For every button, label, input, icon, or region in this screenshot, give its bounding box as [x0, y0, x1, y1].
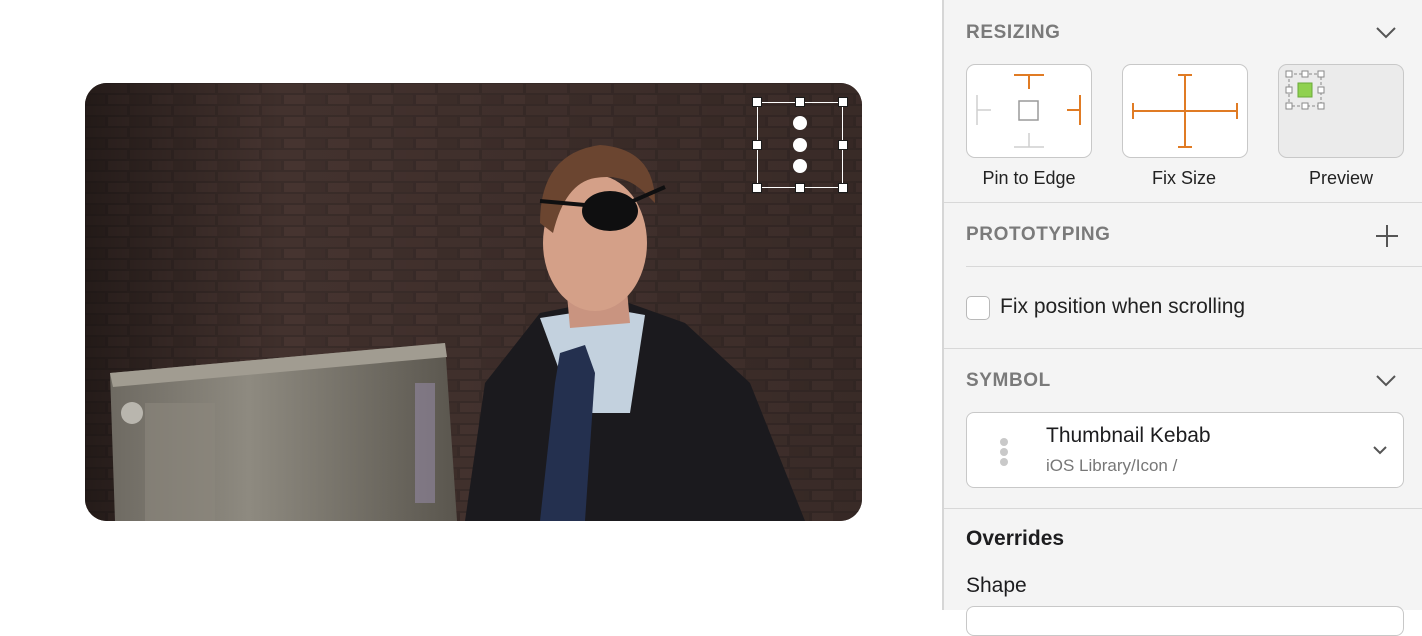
fix-size-button[interactable] [1122, 64, 1248, 158]
resize-handle-top[interactable] [795, 97, 805, 107]
inspector-panel: RESIZING Pin to Edge Fix Size Preview PR… [942, 0, 1422, 636]
divider [944, 202, 1422, 203]
divider [966, 266, 1422, 267]
preview-button[interactable] [1278, 64, 1404, 158]
symbol-name: Thumbnail Kebab [1046, 424, 1211, 447]
pin-to-edge-button[interactable] [966, 64, 1092, 158]
kebab-icon [1000, 438, 1008, 466]
resize-handle-left[interactable] [752, 140, 762, 150]
resize-handle-bottom[interactable] [795, 183, 805, 193]
kebab-icon-selection[interactable] [752, 97, 848, 193]
pin-to-edge-label: Pin to Edge [982, 168, 1076, 188]
prototyping-header[interactable]: PROTOTYPING [966, 224, 1111, 246]
resize-handle-bottom-left[interactable] [752, 183, 762, 193]
symbol-path: iOS Library/Icon / [1046, 456, 1178, 475]
pin-to-edge-icon [976, 74, 1081, 148]
fix-size-label: Fix Size [1151, 168, 1216, 188]
resizing-header[interactable]: RESIZING [966, 22, 1061, 44]
preview-label: Preview [1308, 168, 1374, 188]
divider [944, 348, 1422, 349]
shape-label: Shape [966, 574, 1027, 597]
resize-handle-right[interactable] [838, 140, 848, 150]
resize-handle-top-right[interactable] [838, 97, 848, 107]
kebab-icon-dot [793, 138, 807, 152]
divider [944, 508, 1422, 509]
kebab-icon-dot [793, 159, 807, 173]
resize-handle-top-left[interactable] [752, 97, 762, 107]
chevron-down-icon [1373, 446, 1387, 455]
add-prototyping-icon[interactable] [1374, 223, 1400, 249]
symbol-select[interactable]: Thumbnail Kebab iOS Library/Icon / [966, 412, 1404, 488]
canvas[interactable] [0, 0, 942, 610]
symbol-header[interactable]: SYMBOL [966, 370, 1051, 392]
overrides-title: Overrides [966, 527, 1065, 550]
chevron-down-icon[interactable] [1375, 26, 1397, 40]
shape-select[interactable] [966, 606, 1404, 636]
chevron-down-icon[interactable] [1375, 374, 1397, 388]
fix-size-icon [1132, 74, 1238, 148]
preview-icon [1285, 70, 1325, 110]
thumbnail-photo [85, 83, 862, 521]
resize-handle-bottom-right[interactable] [838, 183, 848, 193]
fix-position-label[interactable]: Fix position when scrolling [1000, 295, 1245, 319]
fix-position-checkbox[interactable] [966, 296, 990, 320]
thumbnail-image[interactable] [85, 83, 862, 521]
kebab-icon-dot [793, 116, 807, 130]
